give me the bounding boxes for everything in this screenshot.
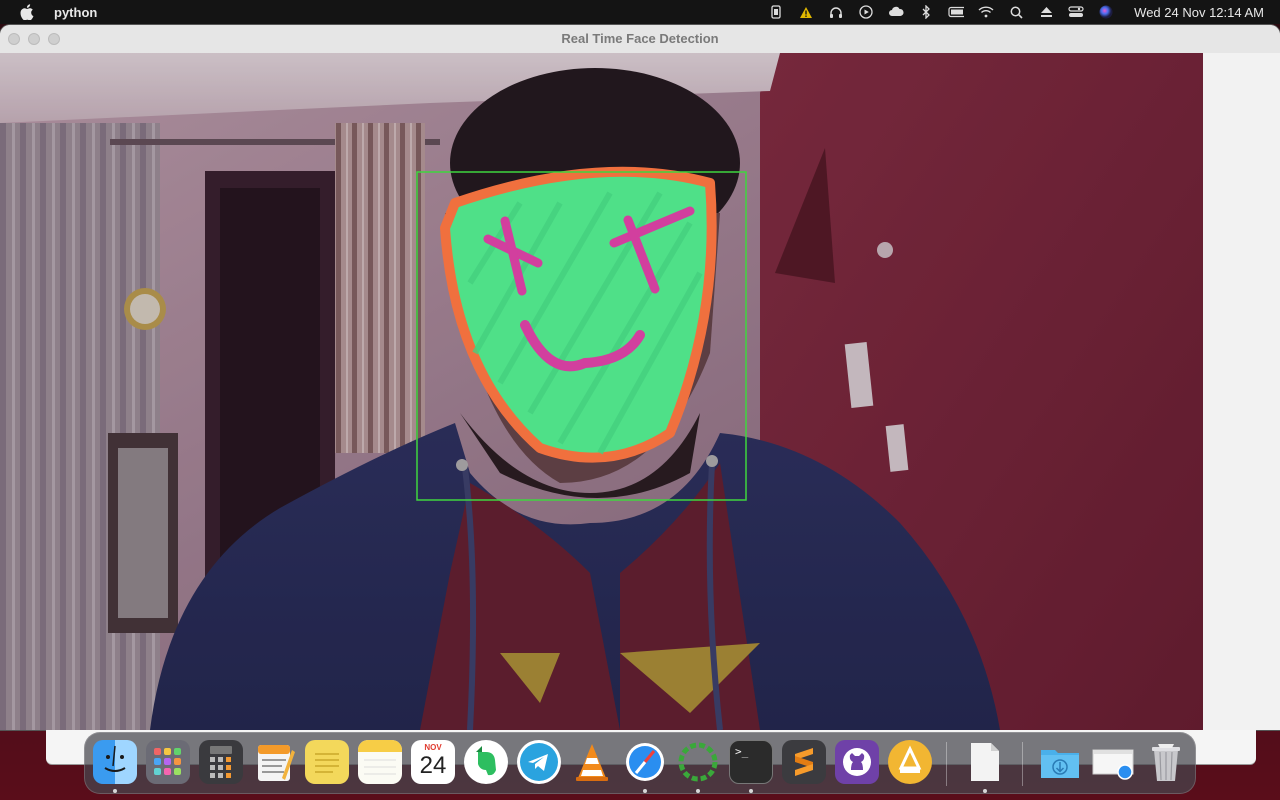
siri-icon[interactable]	[1098, 5, 1114, 19]
dock-separator	[1022, 742, 1023, 786]
cleaner-icon[interactable]	[888, 740, 932, 784]
cloud-icon[interactable]	[888, 5, 904, 19]
calendar-month: NOV	[424, 743, 442, 752]
menu-clock[interactable]: Wed 24 Nov 12:14 AM	[1134, 5, 1264, 20]
document-icon[interactable]	[963, 740, 1007, 784]
dock-separator	[946, 742, 947, 786]
window-titlebar[interactable]: Real Time Face Detection	[0, 25, 1280, 54]
face-detection-window: Real Time Face Detection	[0, 25, 1280, 730]
running-indicator	[113, 789, 117, 793]
pages-icon[interactable]	[252, 740, 296, 784]
running-indicator	[643, 789, 647, 793]
app-name[interactable]: python	[54, 5, 97, 20]
wifi-icon[interactable]	[978, 5, 994, 19]
eject-icon[interactable]	[1038, 5, 1054, 19]
menu-bar: python Wed 24 Nov 12:14 AM	[0, 0, 1280, 24]
trash-icon[interactable]	[1144, 740, 1188, 784]
evernote-icon[interactable]	[464, 740, 508, 784]
github-icon[interactable]	[835, 740, 879, 784]
loading-ring-icon[interactable]	[676, 740, 720, 784]
terminal-prompt: >_	[735, 745, 749, 758]
control-center-icon[interactable]	[1068, 5, 1084, 19]
running-indicator	[696, 789, 700, 793]
window-gutter	[1203, 53, 1280, 730]
headphones-icon[interactable]	[828, 5, 844, 19]
finder-icon[interactable]	[93, 740, 137, 784]
battery-icon[interactable]	[948, 5, 965, 19]
safari-icon[interactable]	[623, 740, 667, 784]
window-preview-icon[interactable]	[1091, 740, 1135, 784]
downloads-folder-icon[interactable]	[1038, 740, 1082, 784]
stickies-icon[interactable]	[305, 740, 349, 784]
calendar-icon[interactable]: NOV 24	[411, 740, 455, 784]
search-icon[interactable]	[1008, 5, 1024, 19]
battery-status-icon[interactable]	[768, 5, 784, 19]
camera-frame-image	[0, 53, 1203, 730]
warning-icon[interactable]	[798, 5, 814, 19]
telegram-icon[interactable]	[517, 740, 561, 784]
calendar-day: 24	[419, 752, 447, 779]
notes-icon[interactable]	[358, 740, 402, 784]
calculator-icon[interactable]	[199, 740, 243, 784]
sublime-icon[interactable]	[782, 740, 826, 784]
dock: NOV 24 >_	[84, 732, 1196, 794]
running-indicator	[749, 789, 753, 793]
terminal-icon[interactable]: >_	[729, 740, 773, 784]
window-title: Real Time Face Detection	[561, 31, 719, 46]
apple-icon[interactable]	[20, 4, 34, 20]
camera-feed	[0, 53, 1203, 730]
launchpad-icon[interactable]	[146, 740, 190, 784]
play-icon[interactable]	[858, 5, 874, 19]
running-indicator	[983, 789, 987, 793]
bluetooth-icon[interactable]	[918, 5, 934, 19]
vlc-icon[interactable]	[570, 740, 614, 784]
